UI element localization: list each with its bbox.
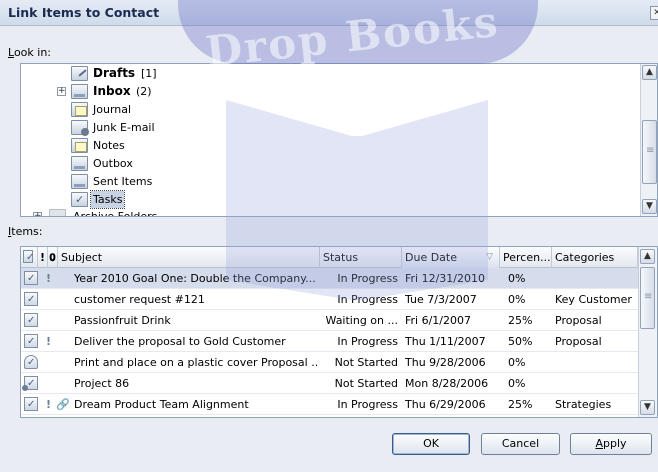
cell-percent: 25%: [508, 398, 533, 411]
cell-categories: Proposal: [555, 314, 602, 327]
table-row[interactable]: ! Deliver the proposal to Gold Customer …: [21, 331, 638, 352]
cell-due-date: Fri 6/1/2007: [405, 314, 472, 327]
tree-scrollbar[interactable]: ▲ ▼: [640, 64, 657, 216]
cell-status: Waiting on ...: [325, 314, 398, 327]
attachment-icon: 🔗: [56, 398, 70, 411]
cell-subject: Print and place on a plastic cover Propo…: [74, 356, 318, 369]
cell-subject: Dream Product Team Alignment: [74, 398, 249, 411]
table-row[interactable]: Project 86 Not Started Mon 8/28/2006 0%: [21, 373, 638, 394]
outbox-folder-icon: [71, 156, 88, 171]
column-header-importance[interactable]: !: [38, 247, 48, 268]
cell-percent: 0%: [508, 272, 526, 285]
cell-due-date: Thu 1/11/2007: [405, 335, 486, 348]
journal-icon: [71, 102, 88, 117]
tree-item-label: Archive Folders: [73, 210, 158, 217]
tree-item-count: (2): [136, 85, 152, 98]
cell-categories: [555, 373, 639, 394]
paperclip-icon[interactable]: 𝟎: [48, 247, 58, 268]
look-in-label: Look in:: [8, 46, 51, 59]
junk-mail-folder-icon: [71, 120, 89, 136]
tasks-icon: [71, 191, 88, 208]
tree-item-label: Tasks: [89, 190, 126, 209]
cell-status: Not Started: [334, 377, 398, 390]
task-icon: [24, 289, 38, 310]
cell-status: In Progress: [337, 398, 398, 411]
cell-categories: Strategies: [555, 398, 612, 411]
cell-percent: 25%: [508, 314, 533, 327]
scroll-down-icon[interactable]: ▼: [642, 199, 657, 214]
expand-icon[interactable]: +: [33, 212, 42, 216]
task-icon: [24, 394, 38, 415]
archive-folder-icon: [49, 209, 66, 216]
importance-high-icon: !: [46, 272, 52, 285]
scroll-down-icon[interactable]: ▼: [640, 400, 655, 415]
cell-subject: Deliver the proposal to Gold Customer: [74, 335, 286, 348]
tree-item-count: [1]: [141, 67, 157, 80]
scroll-up-icon[interactable]: ▲: [642, 65, 657, 80]
cell-due-date: Mon 8/28/2006: [405, 377, 489, 390]
task-icon: [24, 310, 38, 331]
sent-items-folder-icon: [71, 174, 88, 189]
close-icon[interactable]: ✕: [650, 6, 658, 20]
item-type-icon: [23, 247, 34, 268]
inbox-folder-icon: [71, 84, 88, 99]
importance-high-icon: !: [46, 335, 52, 348]
link-items-dialog: Link Items to Contact ✕ Look in: Drafts …: [0, 0, 658, 472]
drafts-folder-icon: [71, 66, 88, 81]
tree-item-label: Notes: [93, 139, 125, 152]
task-icon: [24, 268, 38, 289]
cell-subject: Passionfruit Drink: [74, 314, 171, 327]
column-header-icon[interactable]: [21, 247, 38, 268]
importance-high-icon: !: [46, 398, 52, 411]
scrollbar-thumb[interactable]: [642, 120, 657, 184]
items-scrollbar[interactable]: ▲ ▼: [638, 247, 657, 417]
scrollbar-thumb[interactable]: [640, 267, 655, 329]
cell-status: In Progress: [337, 335, 398, 348]
cell-percent: 0%: [508, 377, 526, 390]
tree-item-label: Junk E-mail: [93, 121, 155, 134]
expand-icon[interactable]: +: [57, 87, 66, 96]
items-label: Items:: [8, 225, 43, 238]
cell-categories: [555, 268, 639, 289]
cell-percent: 50%: [508, 335, 533, 348]
cell-percent: 0%: [508, 356, 526, 369]
cell-percent: 0%: [508, 293, 526, 306]
task-request-icon: [24, 352, 38, 373]
task-icon: [24, 331, 38, 352]
cell-status: Not Started: [334, 356, 398, 369]
cell-subject: Project 86: [74, 377, 130, 390]
cell-due-date: Tue 7/3/2007: [405, 293, 477, 306]
cell-due-date: Thu 9/28/2006: [405, 356, 486, 369]
table-row[interactable]: Passionfruit Drink Waiting on ... Fri 6/…: [21, 310, 638, 331]
cell-due-date: Thu 6/29/2006: [405, 398, 486, 411]
scroll-up-icon[interactable]: ▲: [640, 249, 655, 264]
tree-item-label: Journal: [93, 103, 132, 116]
dialog-title: Link Items to Contact: [8, 5, 160, 20]
column-header-categories[interactable]: Categories: [552, 247, 638, 268]
cell-categories: Proposal: [555, 335, 602, 348]
cell-categories: [555, 352, 639, 373]
table-row[interactable]: ! 🔗 Dream Product Team Alignment In Prog…: [21, 394, 638, 415]
table-row[interactable]: Print and place on a plastic cover Propo…: [21, 352, 638, 373]
cell-subject: customer request #121: [74, 293, 205, 306]
column-header-percent[interactable]: Percen...: [500, 247, 552, 268]
tree-item-label: Inbox: [93, 84, 131, 98]
tree-item-label: Drafts: [93, 66, 136, 80]
tree-item-label: Sent Items: [93, 175, 153, 188]
tree-item-label: Outbox: [93, 157, 133, 170]
assigned-task-icon: [22, 373, 38, 394]
cell-categories: Key Customer: [555, 293, 632, 306]
notes-icon: [71, 138, 88, 153]
